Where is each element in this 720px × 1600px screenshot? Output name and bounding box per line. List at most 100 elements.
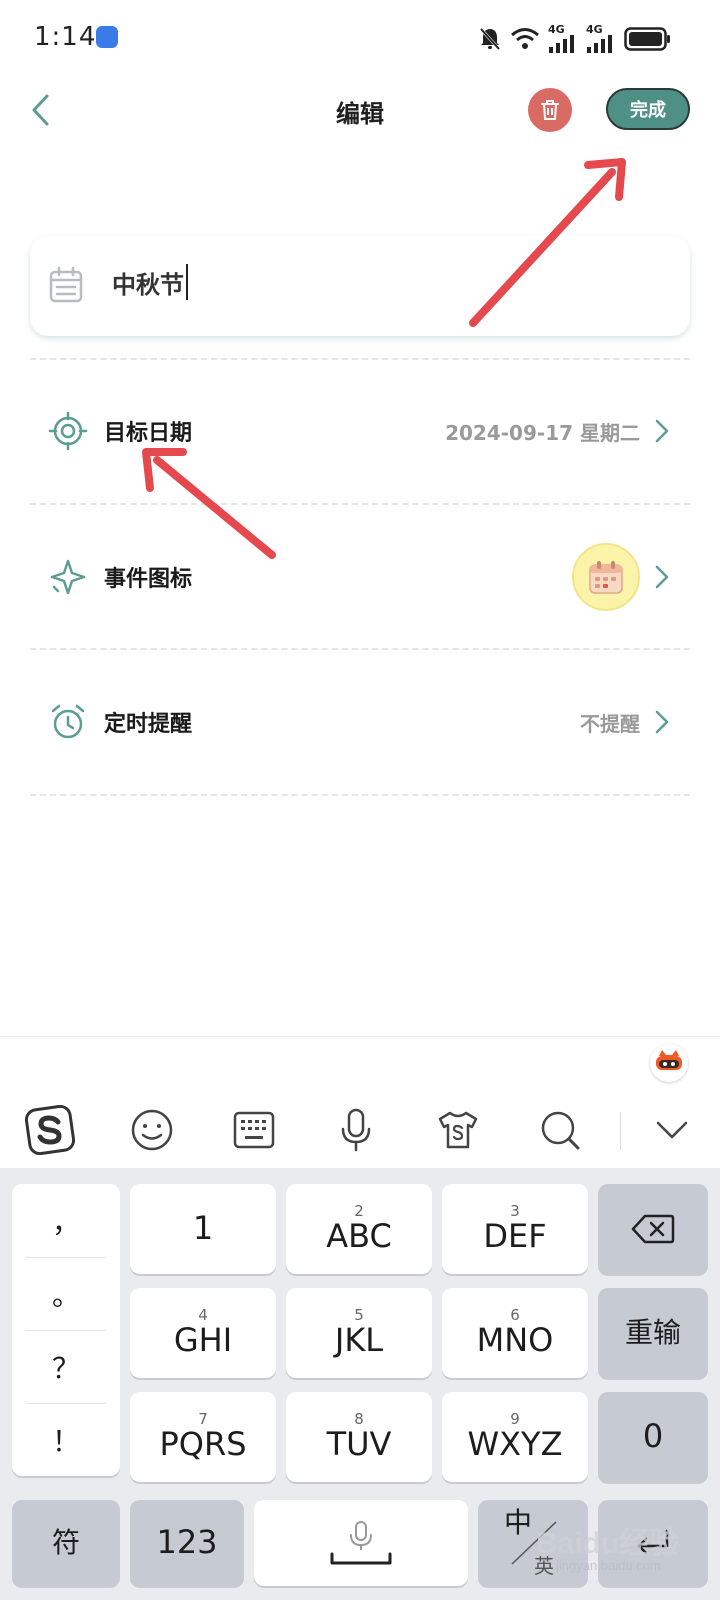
punct-key-exclaim[interactable]: ！ <box>12 1403 120 1476</box>
key-label: ABC <box>326 1216 392 1255</box>
target-icon <box>48 411 88 451</box>
event-title-card[interactable]: 中秋节 <box>30 236 690 336</box>
toolbar-separator <box>620 1112 621 1150</box>
keyboard-layout-button[interactable] <box>228 1104 280 1156</box>
slash-divider <box>511 1521 557 1565</box>
keyboard-icon <box>233 1111 275 1149</box>
battery-icon <box>624 26 670 51</box>
space-bar-icon <box>330 1552 392 1565</box>
key-mno[interactable]: 6 MNO <box>442 1288 588 1378</box>
target-date-value: 2024-09-17 星期二 <box>445 420 640 445</box>
punct-key-comma[interactable]: ， <box>12 1184 120 1257</box>
cellular-signal-1: 4G <box>548 24 578 53</box>
key-tuv[interactable]: 8 TUV <box>286 1392 432 1482</box>
sogou-logo-button[interactable] <box>24 1104 76 1156</box>
sparkle-icon <box>50 559 86 595</box>
key-label: MNO <box>476 1320 554 1359</box>
wifi-icon <box>511 27 539 49</box>
event-icon-row[interactable]: 事件图标 <box>30 537 690 617</box>
skin-button[interactable] <box>432 1104 484 1156</box>
event-icon-preview[interactable] <box>572 543 640 611</box>
key-label: 重输 <box>624 1315 681 1349</box>
emoji-button[interactable] <box>126 1104 178 1156</box>
key-label: TUV <box>326 1424 392 1463</box>
key-def[interactable]: 3 DEF <box>442 1184 588 1274</box>
chevron-down-icon <box>656 1121 688 1139</box>
backspace-icon <box>631 1214 675 1244</box>
enter-key[interactable] <box>598 1500 708 1586</box>
voice-input-button[interactable] <box>330 1104 382 1156</box>
space-key[interactable] <box>254 1500 468 1586</box>
tshirt-icon <box>438 1111 478 1149</box>
chevron-right-icon <box>648 708 676 736</box>
punct-key-question[interactable]: ？ <box>12 1330 120 1403</box>
mascot-face-icon <box>656 1050 682 1070</box>
event-icon-label: 事件图标 <box>104 567 193 592</box>
key-label: DEF <box>483 1216 547 1255</box>
key-abc[interactable]: 2 ABC <box>286 1184 432 1274</box>
key-0[interactable]: 0 <box>598 1392 708 1482</box>
key-label: WXYZ <box>467 1424 563 1463</box>
trash-icon <box>541 100 559 120</box>
punctuation-panel: ， 。 ？ ！ <box>12 1184 120 1476</box>
search-icon <box>541 1111 580 1150</box>
reminder-label: 定时提醒 <box>104 712 193 737</box>
event-title-input[interactable]: 中秋节 <box>112 264 188 300</box>
target-date-row[interactable]: 目标日期 2024-09-17 星期二 <box>30 391 690 471</box>
microphone-icon <box>350 1521 372 1550</box>
search-button[interactable] <box>534 1104 586 1156</box>
app-notification-icon <box>96 26 118 48</box>
key-jkl[interactable]: 5 JKL <box>286 1288 432 1378</box>
key-wxyz[interactable]: 9 WXYZ <box>442 1392 588 1482</box>
keyboard-top-divider <box>0 1036 720 1037</box>
symbol-key[interactable]: 符 <box>12 1500 120 1586</box>
keyboard: ， 。 ？ ！ 1 2 ABC 3 DEF 4 GHI 5 JKL 6 MNO <box>0 1168 720 1600</box>
status-bar: 1:14 4G 4G <box>0 0 720 78</box>
done-button[interactable]: 完成 <box>606 88 690 130</box>
target-icon-wrap <box>46 409 90 453</box>
keyboard-toolbar <box>0 1090 720 1168</box>
key-label: 123 <box>156 1523 218 1562</box>
sparkle-icon-wrap <box>46 555 90 599</box>
calendar-emoji-icon <box>589 561 623 594</box>
sogou-logo-icon <box>25 1105 75 1155</box>
event-title-text: 中秋节 <box>112 270 184 299</box>
reminder-row[interactable]: 定时提醒 不提醒 <box>30 682 690 762</box>
header: 编辑 完成 <box>0 78 720 142</box>
reenter-key[interactable]: 重输 <box>598 1288 708 1378</box>
reminder-value: 不提醒 <box>580 711 640 736</box>
backspace-key[interactable] <box>598 1184 708 1274</box>
delete-button[interactable] <box>528 88 572 132</box>
key-pqrs[interactable]: 7 PQRS <box>130 1392 276 1482</box>
punct-key-period[interactable]: 。 <box>12 1257 120 1330</box>
key-1[interactable]: 1 <box>130 1184 276 1274</box>
key-label: 符 <box>51 1525 80 1559</box>
divider <box>30 503 690 505</box>
signal-bars-icon <box>587 35 612 53</box>
network-type-label: 4G <box>548 23 565 36</box>
alarm-icon-wrap <box>46 700 90 744</box>
alarm-clock-icon <box>51 704 85 739</box>
divider <box>30 648 690 650</box>
hide-keyboard-button[interactable] <box>646 1104 698 1156</box>
signal-bars-icon <box>549 35 574 53</box>
key-label: JKL <box>334 1320 384 1359</box>
language-switch-key[interactable]: 中 英 <box>478 1500 588 1586</box>
ime-mascot-icon[interactable] <box>650 1044 688 1082</box>
calendar-icon <box>49 266 83 303</box>
smiley-icon <box>131 1109 173 1151</box>
bell-muted-icon <box>479 27 501 50</box>
text-caret <box>186 264 188 300</box>
cellular-signal-2: 4G <box>586 24 616 53</box>
key-label: PQRS <box>159 1424 247 1463</box>
status-time: 1:14 <box>34 22 97 52</box>
status-icons: 4G 4G <box>478 24 672 53</box>
numeric-key[interactable]: 123 <box>130 1500 244 1586</box>
target-date-label: 目标日期 <box>104 421 193 446</box>
chevron-right-icon <box>648 417 676 445</box>
divider <box>30 358 690 360</box>
enter-icon <box>637 1529 669 1555</box>
microphone-icon <box>341 1108 371 1152</box>
key-ghi[interactable]: 4 GHI <box>130 1288 276 1378</box>
divider <box>30 794 690 796</box>
